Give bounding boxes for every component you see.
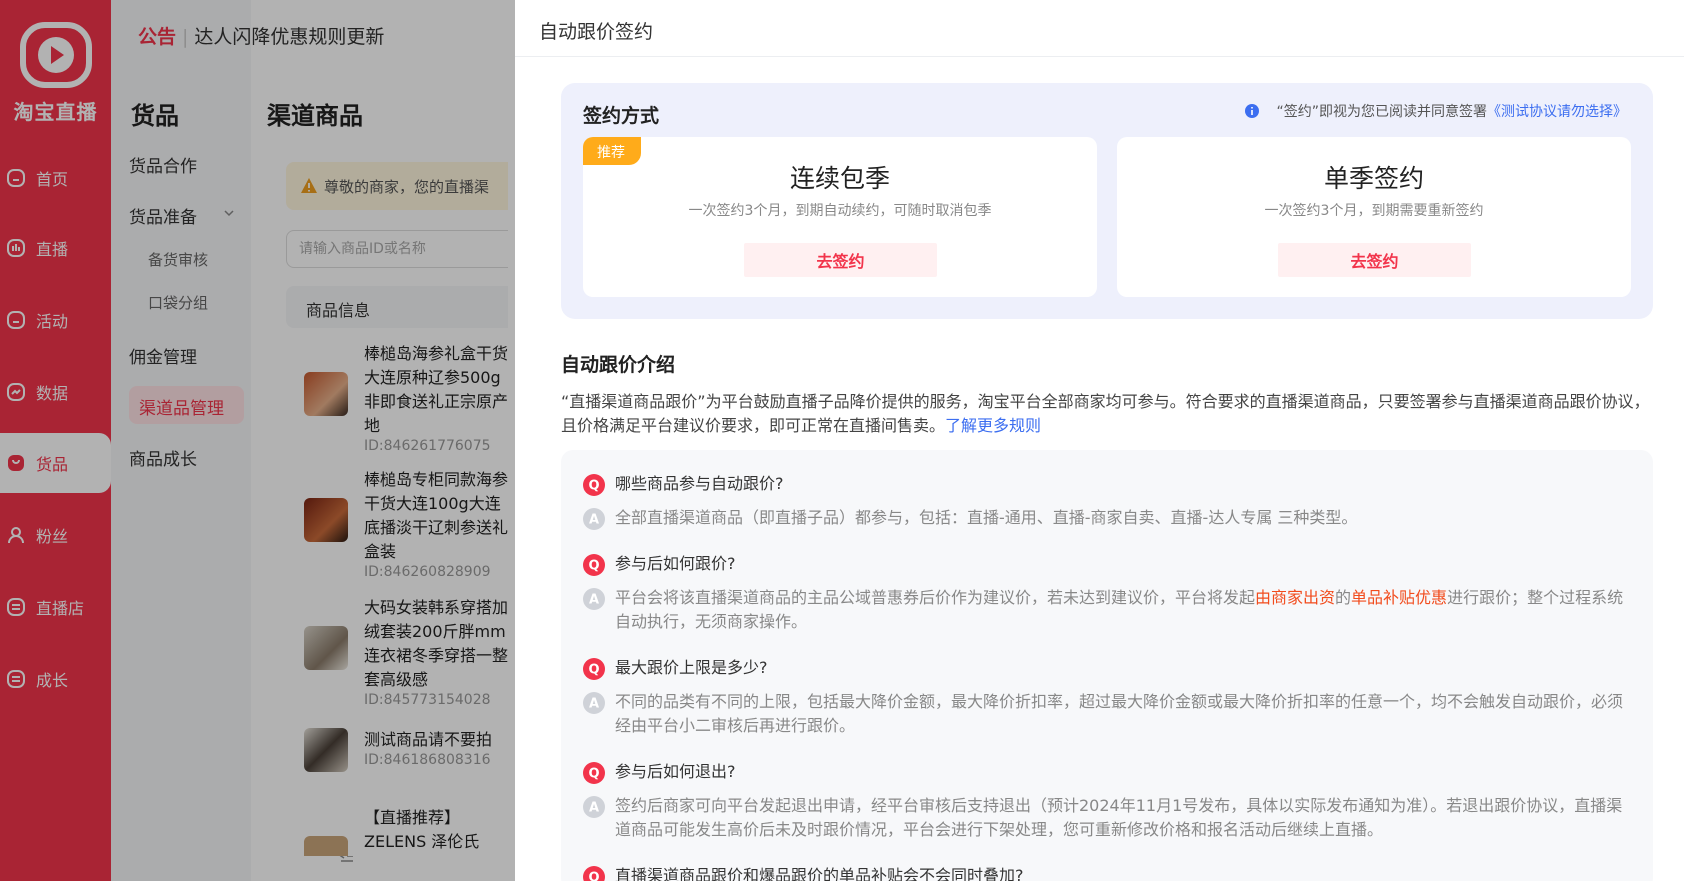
drawer-title: 自动跟价签约: [515, 0, 1684, 57]
faq-question: Q 直播渠道商品跟价和爆品跟价的单品补贴会不会同时叠加?: [583, 864, 1633, 881]
answer-text: 平台会将该直播渠道商品的主品公域普惠券后价作为建议价，若未达到建议价，平台将发起: [615, 588, 1256, 607]
agreement-link[interactable]: 《测试协议请勿选择》: [1487, 101, 1627, 121]
plan-title: 连续包季: [789, 164, 890, 193]
modal-overlay[interactable]: [0, 0, 515, 881]
answer-icon: A: [583, 508, 605, 530]
svg-text:Q: Q: [588, 663, 599, 678]
plan-title: 单季签约: [1323, 164, 1424, 193]
faq-question: Q 哪些商品参与自动跟价?: [583, 472, 1633, 496]
auto-price-sign-drawer: 自动跟价签约 签约方式 “签约”即视为您已阅读并同意签署 《测试协议请勿选择》 推…: [515, 0, 1684, 881]
question-icon: Q: [583, 866, 605, 881]
answer-icon: A: [583, 588, 605, 610]
faq-question: Q 参与后如何跟价?: [583, 552, 1633, 576]
faq-answer: A 签约后商家可向平台发起退出申请，经平台审核后支持退出（预计2024年11月1…: [583, 794, 1633, 842]
sign-button[interactable]: 去签约: [1278, 243, 1471, 277]
info-icon: [1245, 104, 1260, 118]
plan-description: 一次签约3个月，到期需要重新签约: [1264, 203, 1484, 219]
svg-text:Q: Q: [588, 479, 599, 494]
faq-answer: A 平台会将该直播渠道商品的主品公域普惠券后价作为建议价，若未达到建议价，平台将…: [583, 586, 1633, 634]
question-icon: Q: [583, 658, 605, 680]
faq-item: Q 最大跟价上限是多少? A 不同的品类有不同的上限，包括最大降价金额，最大降价…: [583, 656, 1633, 738]
svg-text:Q: Q: [588, 767, 599, 782]
question-text: 参与后如何跟价?: [615, 554, 736, 573]
faq-question: Q 参与后如何退出?: [583, 760, 1633, 784]
svg-text:A: A: [589, 801, 599, 816]
intro-title: 自动跟价介绍: [561, 354, 676, 376]
sign-method-section: 签约方式 “签约”即视为您已阅读并同意签署 《测试协议请勿选择》 推荐 连续包季 …: [561, 83, 1653, 319]
answer-icon: A: [583, 796, 605, 818]
sign-button[interactable]: 去签约: [744, 243, 937, 277]
highlight-text: 由商家出资: [1255, 588, 1336, 607]
question-text: 直播渠道商品跟价和爆品跟价的单品补贴会不会同时叠加?: [615, 866, 1024, 881]
faq-answer: A 不同的品类有不同的上限，包括最大降价金额，最大降价折扣率，超过最大降价金额或…: [583, 690, 1633, 738]
faq-item: Q 参与后如何退出? A 签约后商家可向平台发起退出申请，经平台审核后支持退出（…: [583, 760, 1633, 842]
question-icon: Q: [583, 554, 605, 576]
question-text: 参与后如何退出?: [615, 762, 736, 781]
svg-text:A: A: [589, 513, 599, 528]
agreement-note: “签约”即视为您已阅读并同意签署 《测试协议请勿选择》: [1244, 101, 1627, 121]
intro-body: “直播渠道商品跟价”为平台鼓励直播子品降价提供的服务，淘宝平台全部商家均可参与。…: [561, 392, 1650, 435]
faq-item: Q 哪些商品参与自动跟价? A 全部直播渠道商品（即直播子品）都参与，包括：直播…: [583, 472, 1633, 530]
svg-text:Q: Q: [588, 871, 599, 881]
answer-text: 不同的品类有不同的上限，包括最大降价金额，最大降价折扣率，超过最大降价金额或最大…: [615, 692, 1624, 735]
faq-item: Q 参与后如何跟价? A 平台会将该直播渠道商品的主品公域普惠券后价作为建议价，…: [583, 552, 1633, 634]
question-icon: Q: [583, 474, 605, 496]
svg-text:A: A: [589, 697, 599, 712]
answer-text: 全部直播渠道商品（即直播子品）都参与，包括：直播-通用、直播-商家自卖、直播-达…: [615, 508, 1358, 527]
faq-answer: A 全部直播渠道商品（即直播子品）都参与，包括：直播-通用、直播-商家自卖、直播…: [583, 506, 1633, 530]
app: 淘宝直播 首页 直播 活动 数据 货品 粉丝 直播店 成长 货品 货品合作 货品…: [0, 0, 1684, 881]
answer-icon: A: [583, 692, 605, 714]
highlight-text: 单品补贴优惠: [1351, 588, 1448, 607]
faq-question: Q 最大跟价上限是多少?: [583, 656, 1633, 680]
answer-text: 签约后商家可向平台发起退出申请，经平台审核后支持退出（预计2024年11月1号发…: [615, 796, 1623, 839]
plan-card-single-season: 单季签约 一次签约3个月，到期需要重新签约 去签约: [1117, 137, 1631, 297]
question-text: 最大跟价上限是多少?: [615, 658, 768, 677]
intro-text: “直播渠道商品跟价”为平台鼓励直播子品降价提供的服务，淘宝平台全部商家均可参与。…: [561, 390, 1661, 438]
svg-text:A: A: [589, 593, 599, 608]
agreement-text: “签约”即视为您已阅读并同意签署: [1276, 104, 1487, 120]
learn-more-link[interactable]: 了解更多规则: [945, 416, 1041, 435]
section-title: 签约方式: [583, 105, 660, 127]
question-text: 哪些商品参与自动跟价?: [615, 474, 784, 493]
question-icon: Q: [583, 762, 605, 784]
plan-description: 一次签约3个月，到期自动续约，可随时取消包季: [688, 203, 992, 219]
plan-card-quarterly-continuous: 推荐 连续包季 一次签约3个月，到期自动续约，可随时取消包季 去签约: [583, 137, 1097, 297]
faq-section: Q 哪些商品参与自动跟价? A 全部直播渠道商品（即直播子品）都参与，包括：直播…: [561, 450, 1653, 881]
svg-text:Q: Q: [588, 559, 599, 574]
answer-text: 的: [1335, 588, 1352, 607]
faq-item: Q 直播渠道商品跟价和爆品跟价的单品补贴会不会同时叠加?: [583, 864, 1633, 881]
